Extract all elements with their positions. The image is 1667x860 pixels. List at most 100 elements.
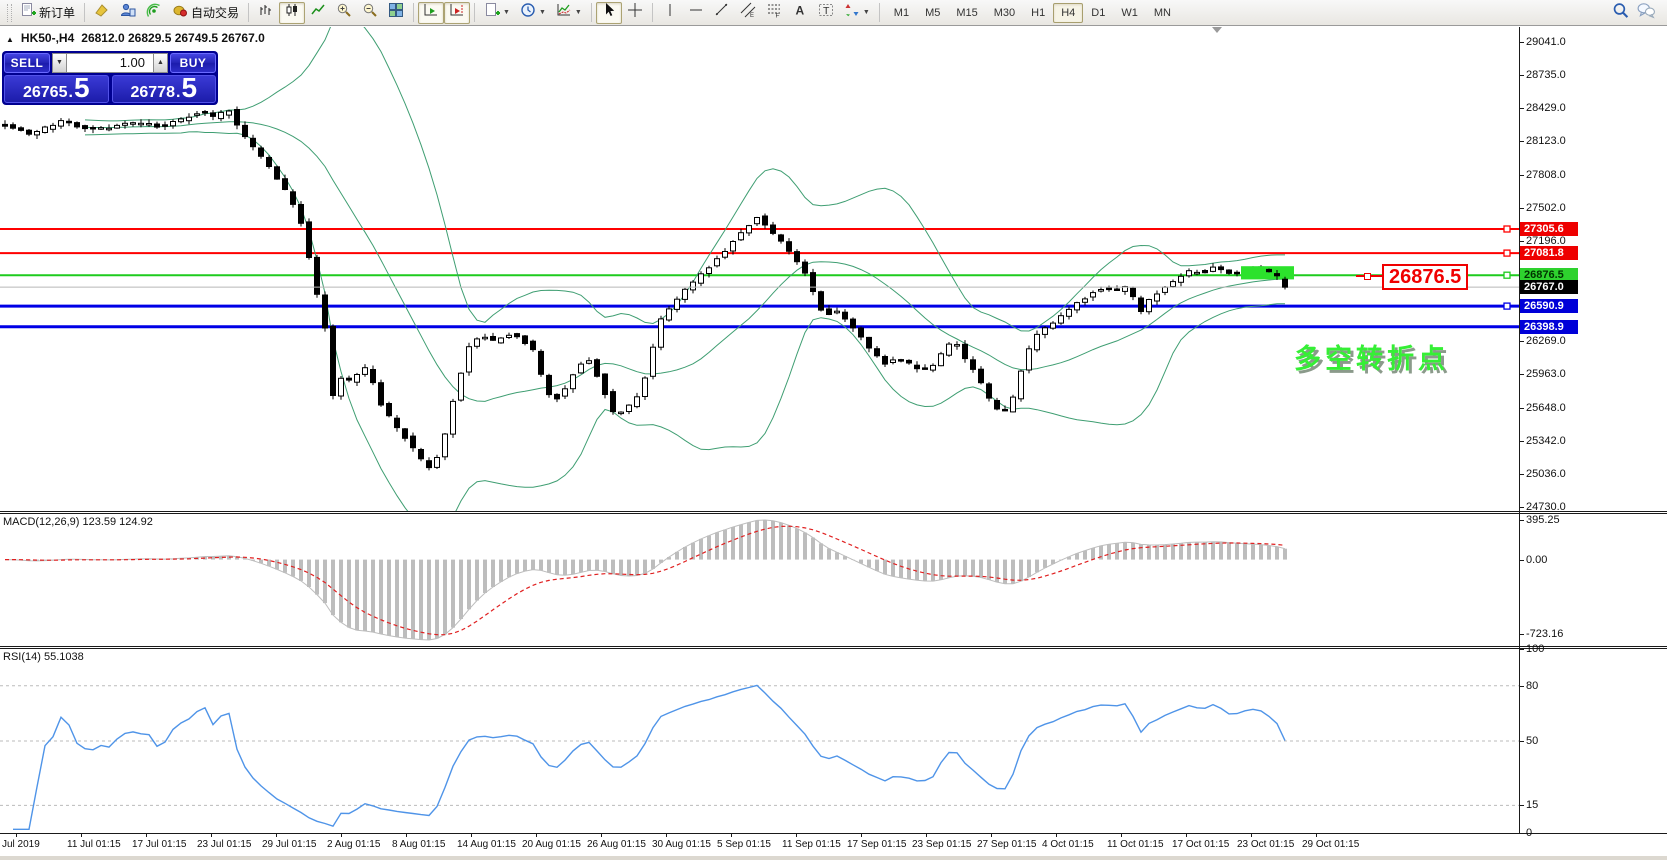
time-axis-tick: [601, 834, 602, 837]
shapes-button[interactable]: ▼: [839, 2, 875, 24]
chart-window: ▲ HK50-,H4 26812.0 26829.5 26749.5 26767…: [0, 27, 1667, 860]
indicators-icon: [556, 2, 572, 23]
toolbar-grip[interactable]: [7, 4, 12, 22]
time-axis-tick: [406, 834, 407, 837]
time-axis-tick: [926, 834, 927, 837]
timeframe-M1[interactable]: M1: [886, 3, 917, 23]
profiles-button[interactable]: ▼: [515, 2, 551, 24]
trendline-button[interactable]: [709, 2, 735, 24]
buy-button[interactable]: BUY: [170, 53, 216, 73]
sell-price-main: 26765: [23, 84, 68, 102]
time-axis-tick: [1251, 834, 1252, 837]
text-icon: A: [792, 2, 808, 23]
text-label-button[interactable]: T: [813, 2, 839, 24]
toolbar-separator: [652, 3, 653, 22]
signal-button[interactable]: [141, 2, 167, 24]
channel-button[interactable]: E: [735, 2, 761, 24]
time-axis-tick: [1316, 834, 1317, 837]
timeframe-H4[interactable]: H4: [1053, 3, 1083, 23]
level-price-badge: 27305.6: [1520, 222, 1578, 236]
time-axis-tick: [991, 834, 992, 837]
time-axis-label: 29 Jul 01:15: [262, 839, 317, 850]
zoom-out-button[interactable]: [357, 2, 383, 24]
crosshair-button[interactable]: [622, 2, 648, 24]
annotation-text[interactable]: 多空转折点: [1294, 337, 1449, 376]
market-watch-button[interactable]: [89, 2, 115, 24]
chevron-down-icon: ▼: [863, 9, 870, 16]
new-order-button[interactable]: 新订单: [15, 2, 80, 24]
text-button[interactable]: A: [787, 2, 813, 24]
volume-decrease-button[interactable]: ▼: [52, 53, 67, 73]
timeframe-W1[interactable]: W1: [1113, 3, 1146, 23]
tile-windows-button[interactable]: [383, 2, 409, 24]
macd-axis-tick: 395.25: [1526, 514, 1646, 526]
timeframe-M15[interactable]: M15: [948, 3, 985, 23]
price-axis-tick: 28123.0: [1526, 135, 1646, 147]
navigator-button[interactable]: [115, 2, 141, 24]
macd-panel-canvas[interactable]: [0, 514, 1519, 646]
chevron-down-icon: ▼: [575, 9, 582, 16]
rsi-axis-tick: 15: [1526, 799, 1646, 811]
price-chart-canvas[interactable]: [0, 27, 1519, 511]
candlestick-chart-button[interactable]: [279, 2, 305, 24]
chat-icon[interactable]: [1637, 1, 1655, 24]
auto-scroll-icon: [423, 2, 439, 23]
timeframe-M5[interactable]: M5: [917, 3, 948, 23]
new-chart-button[interactable]: ▼: [479, 2, 515, 24]
bar-chart-button[interactable]: [253, 2, 279, 24]
channel-icon: E: [740, 2, 756, 23]
zoom-out-icon: [362, 2, 378, 23]
annotation-price-label[interactable]: 26876.5: [1382, 264, 1468, 290]
time-axis-label: 8 Aug 01:15: [392, 839, 445, 850]
time-axis-tick: [1056, 834, 1057, 837]
volume-increase-button[interactable]: ▲: [153, 53, 168, 73]
time-axis-label: 17 Jul 01:15: [132, 839, 187, 850]
market-watch-icon: [94, 2, 110, 23]
tile-windows-icon: [388, 2, 404, 23]
level-price-badge: 27081.8: [1520, 246, 1578, 260]
timeframe-H1[interactable]: H1: [1023, 3, 1053, 23]
autotrading-icon: [172, 2, 188, 23]
autotrading-button[interactable]: 自动交易: [167, 2, 244, 24]
chevron-down-icon: ▼: [503, 9, 510, 16]
chart-shift-marker[interactable]: [1212, 27, 1222, 33]
mt4-terminal: 新订单 自动交易 ▼ ▼ ▼ E F A T: [0, 0, 1667, 860]
indicators-button[interactable]: ▼: [551, 2, 587, 24]
time-axis-label: Jul 2019: [2, 839, 40, 850]
time-axis-label: 11 Jul 01:15: [67, 839, 121, 850]
macd-indicator-label: MACD(12,26,9) 123.59 124.92: [3, 516, 153, 528]
rsi-axis-tick: 50: [1526, 735, 1646, 747]
buy-price-main: 26778: [130, 84, 175, 102]
candlestick-chart-icon: [284, 2, 300, 23]
time-axis-tick: [796, 834, 797, 837]
time-axis-tick: [81, 834, 82, 837]
volume-input[interactable]: 1.00: [67, 53, 153, 73]
timeframe-D1[interactable]: D1: [1083, 3, 1113, 23]
vertical-line-button[interactable]: [657, 2, 683, 24]
main-toolbar: 新订单 自动交易 ▼ ▼ ▼ E F A T: [0, 0, 1667, 26]
time-axis-tick: [666, 834, 667, 837]
sell-button[interactable]: SELL: [4, 53, 50, 73]
sell-price[interactable]: 26765.5: [4, 75, 109, 103]
price-axis-tick: 24730.0: [1526, 501, 1646, 513]
svg-text:A: A: [795, 4, 804, 18]
chart-shift-button[interactable]: [444, 2, 470, 24]
rsi-axis-tick: 100: [1526, 643, 1646, 655]
fibonacci-button[interactable]: F: [761, 2, 787, 24]
timeframe-MN[interactable]: MN: [1146, 3, 1179, 23]
time-axis-label: 27 Sep 01:15: [977, 839, 1037, 850]
rsi-panel-canvas[interactable]: [0, 649, 1519, 833]
timeframe-M30[interactable]: M30: [986, 3, 1023, 23]
line-chart-icon: [310, 2, 326, 23]
auto-scroll-button[interactable]: [418, 2, 444, 24]
search-icon[interactable]: [1612, 2, 1629, 24]
time-axis-label: 17 Sep 01:15: [847, 839, 907, 850]
buy-price[interactable]: 26778.5: [112, 75, 217, 103]
zoom-in-button[interactable]: [331, 2, 357, 24]
price-axis-tick: 29041.0: [1526, 36, 1646, 48]
horizontal-line-button[interactable]: [683, 2, 709, 24]
cursor-button[interactable]: [596, 2, 622, 24]
line-chart-button[interactable]: [305, 2, 331, 24]
expand-arrow-icon[interactable]: ▲: [6, 35, 14, 44]
volume-stepper: ▼ 1.00 ▲: [52, 53, 168, 73]
